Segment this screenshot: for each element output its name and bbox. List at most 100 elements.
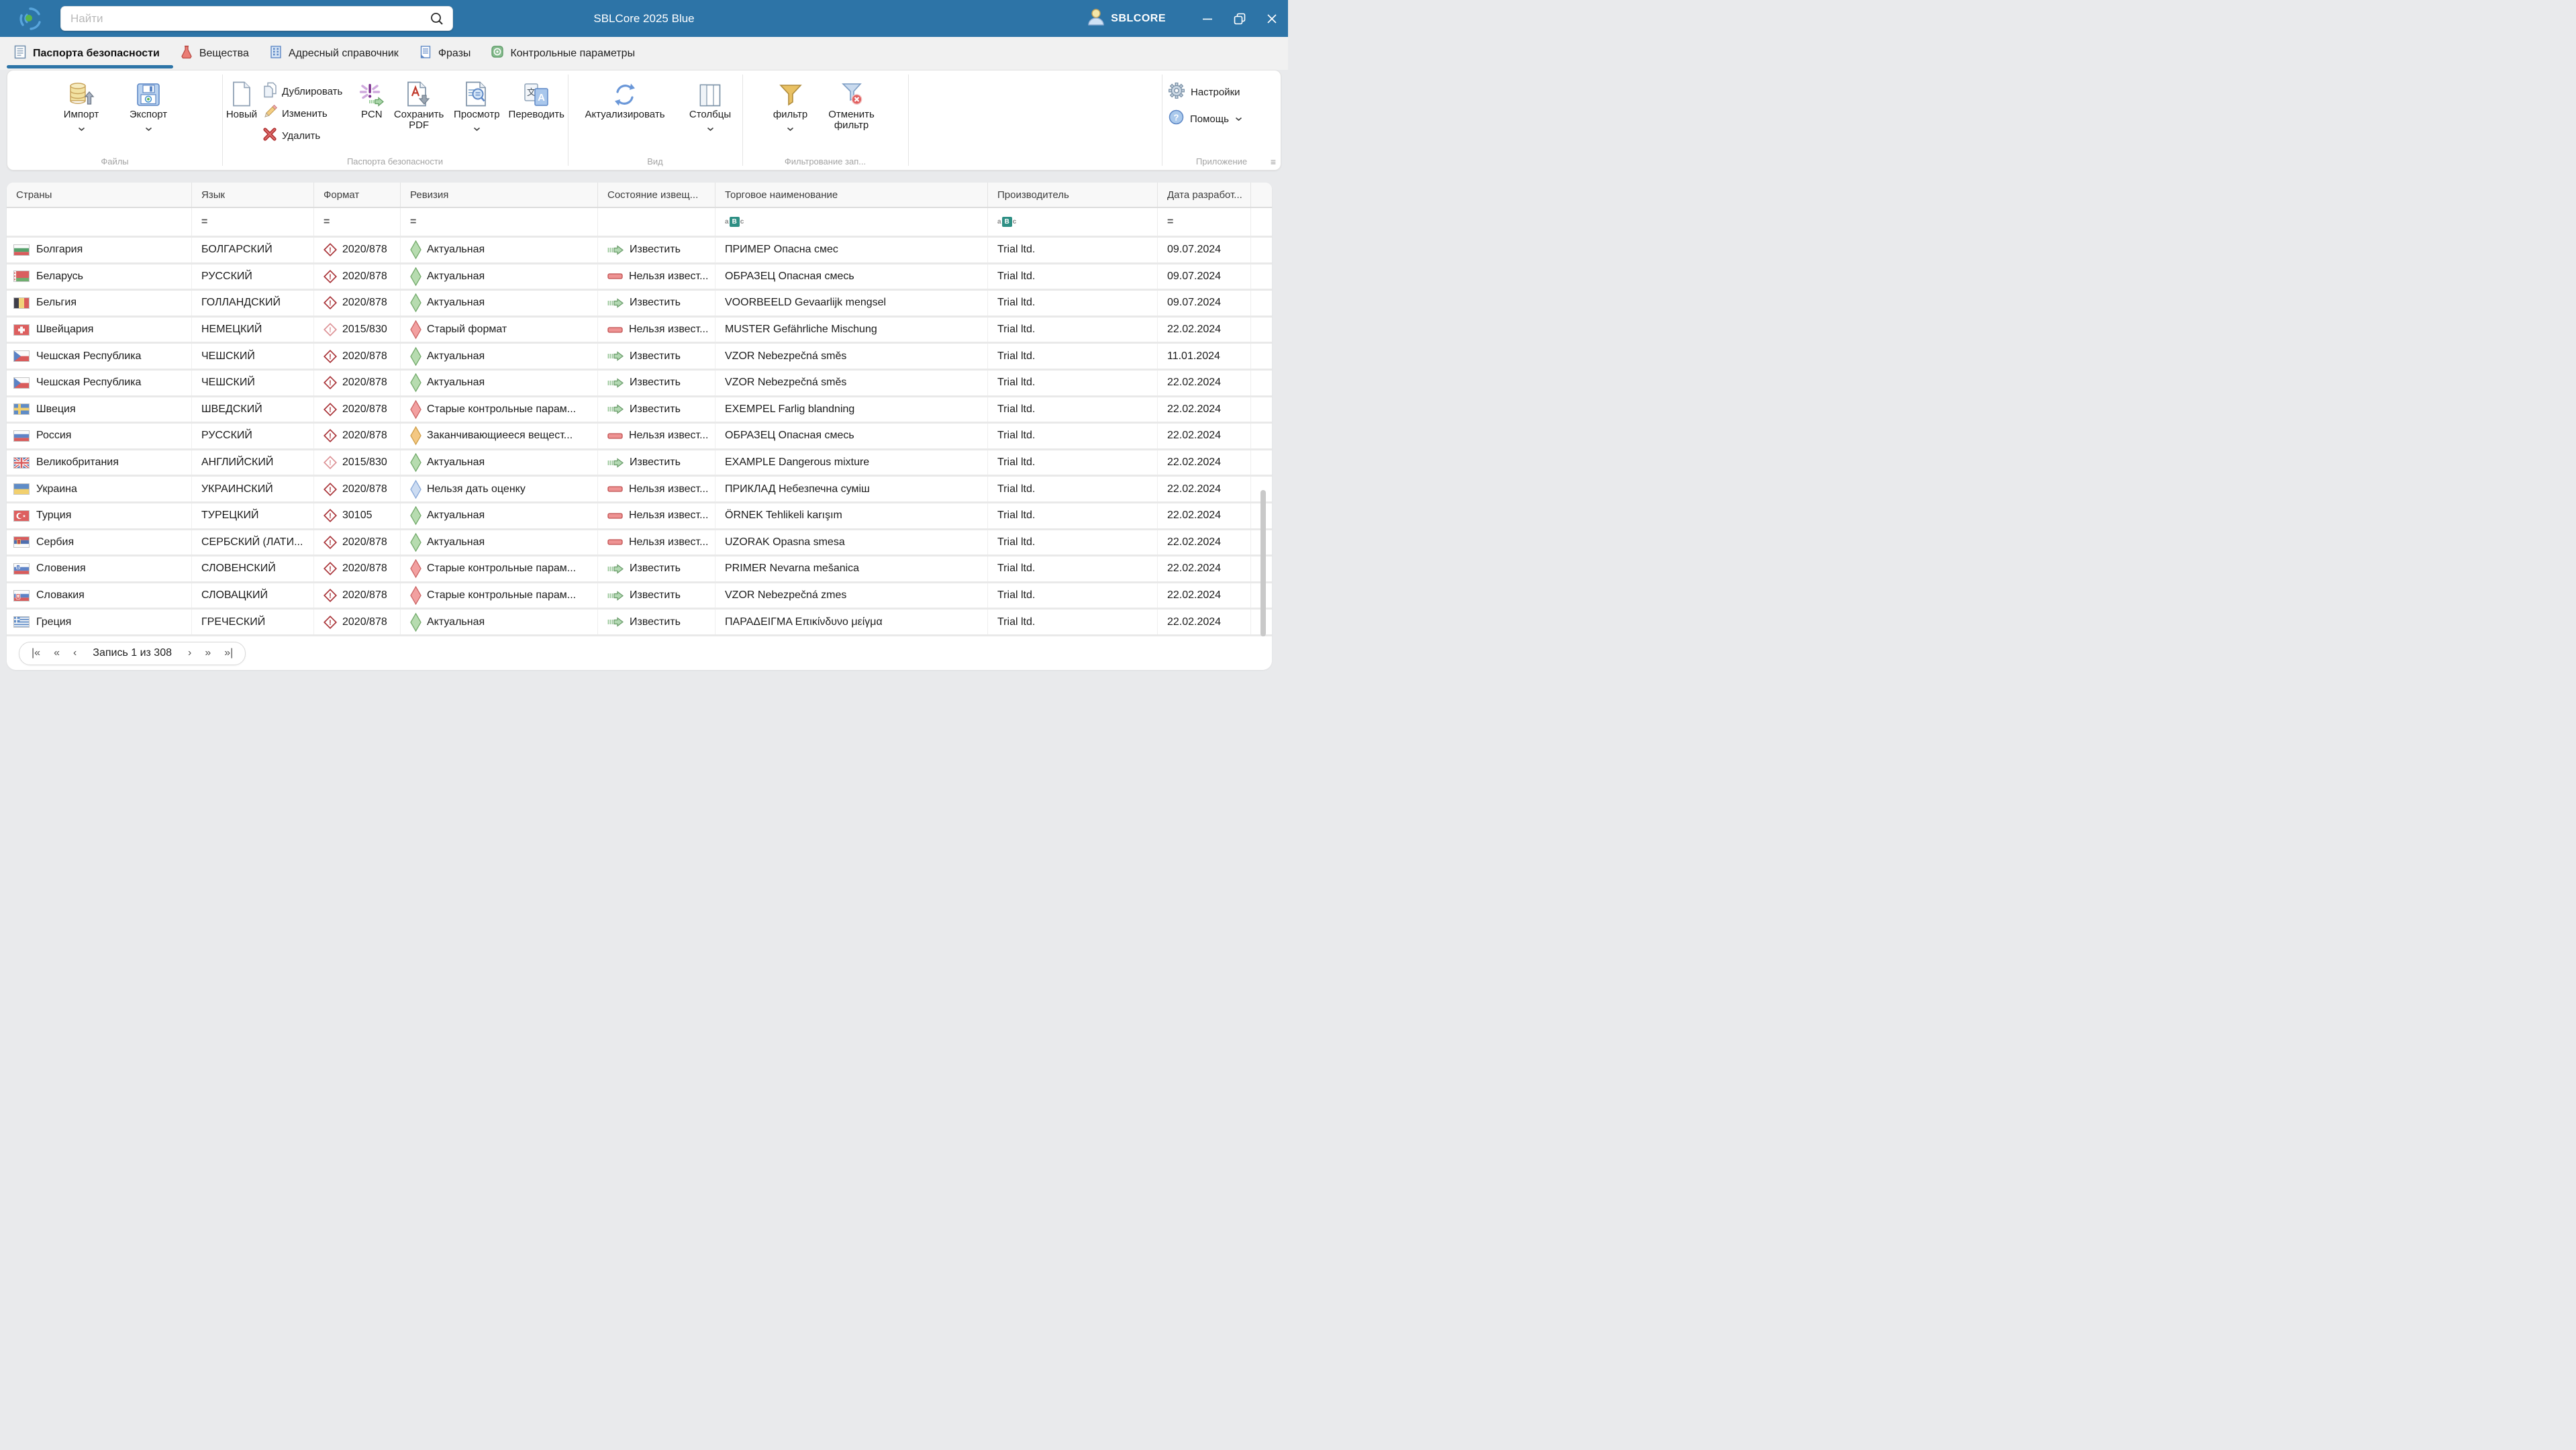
duplicate-button[interactable]: Дублировать [262, 82, 354, 100]
country-cell: Словакия [7, 583, 192, 608]
table-row[interactable]: Чешская Республика ЧЕШСКИЙ! 2020/878 Актуал… [7, 344, 1272, 371]
column-header-revision[interactable]: Ревизия [401, 183, 598, 207]
filter-funnel-icon [779, 77, 803, 107]
new-button[interactable]: Новый [222, 76, 261, 144]
column-header-manufacturer[interactable]: Производитель [988, 183, 1158, 207]
column-header-country[interactable]: Страны [7, 183, 192, 207]
filter-manufacturer[interactable]: aBc [988, 208, 1158, 236]
table-row[interactable]: Турция ТУРЕЦКИЙ! 30105 Актуальная Нельзя изв… [7, 503, 1272, 530]
restore-button[interactable] [1224, 0, 1256, 37]
tab-address-book[interactable]: Адресный справочник [269, 37, 399, 70]
tab-control-parameters[interactable]: Контрольные параметры [491, 37, 635, 70]
notify-arrow-icon [607, 351, 624, 361]
manufacturer-cell: Trial ltd. [988, 450, 1158, 475]
filter-button[interactable]: фильтр [767, 76, 814, 132]
table-row[interactable]: Швеция ШВЕДСКИЙ! 2020/878 Старые контрольны… [7, 397, 1272, 424]
date-cell: 22.02.2024 [1158, 610, 1251, 634]
notify-blocked-icon [607, 433, 623, 439]
fast-prev-button[interactable]: « [54, 647, 60, 659]
vertical-scrollbar-thumb[interactable] [1260, 490, 1266, 636]
table-row[interactable]: Бельгия ГОЛЛАНДСКИЙ! 2020/878 Актуальная Изв… [7, 291, 1272, 318]
pcn-icon [359, 77, 385, 107]
column-header-format[interactable]: Формат [314, 183, 401, 207]
notification-cell: Нельзя извест... [598, 264, 715, 289]
tab-phrases[interactable]: Фразы [419, 37, 470, 70]
table-row[interactable]: Россия РУССКИЙ! 2020/878 Заканчивающиееся в… [7, 424, 1272, 450]
refresh-button[interactable]: Актуализировать [572, 76, 678, 128]
column-header-date[interactable]: Дата разработ... [1158, 183, 1251, 207]
notify-arrow-icon [607, 378, 624, 388]
last-page-button[interactable]: »| [224, 647, 233, 659]
filter-revision[interactable]: = [401, 208, 598, 236]
pencil-icon [262, 104, 278, 123]
ribbon-group-files: Импорт Экспорт Файлы [7, 70, 222, 170]
notification-cell: Нельзя извест... [598, 477, 715, 501]
filter-trade-name[interactable]: aBc [715, 208, 988, 236]
minimize-button[interactable] [1191, 0, 1224, 37]
table-row[interactable]: Словакия СЛОВАЦКИЙ! 2020/878 Старые контрол… [7, 583, 1272, 610]
language-cell: СЛОВАЦКИЙ [192, 583, 314, 608]
next-button[interactable]: › [188, 647, 191, 659]
export-button[interactable]: Экспорт [119, 76, 177, 132]
translate-button[interactable]: 文 A Переводить [505, 76, 568, 144]
notification-cell: Известить [598, 370, 715, 395]
table-row[interactable]: Болгария БОЛГАРСКИЙ! 2020/878 Актуальная Изв… [7, 238, 1272, 264]
table-row[interactable]: Греция ГРЕЧЕСКИЙ! 2020/878 Актуальная Извест… [7, 610, 1272, 636]
table-row[interactable]: Словения СЛОВЕНСКИЙ! 2020/878 Старые контро… [7, 557, 1272, 583]
table-row[interactable]: Чешская Республика ЧЕШСКИЙ! 2020/878 Актуал… [7, 370, 1272, 397]
column-header-notification[interactable]: Состояние извещ... [598, 183, 715, 207]
country-cell: Великобритания [7, 450, 192, 475]
country-cell: Бельгия [7, 291, 192, 316]
search-input[interactable] [61, 11, 430, 26]
svg-text:!: ! [329, 353, 332, 361]
cancel-filter-button[interactable]: Отменить фильтр [820, 76, 884, 131]
spacer-cell [1251, 291, 1272, 316]
spacer-cell [1251, 371, 1272, 395]
language-cell: УКРАИНСКИЙ [192, 477, 314, 501]
filter-notification[interactable] [598, 208, 715, 236]
save-pdf-button[interactable]: Сохранить PDF [389, 76, 448, 144]
user-account-button[interactable]: SBLCORE [1087, 8, 1166, 29]
table-row[interactable]: Сербия СЕРБСКИЙ (ЛАТИ...! 2020/878 Актуальн… [7, 530, 1272, 557]
delete-button[interactable]: Удалить [262, 127, 354, 144]
column-header-trade-name[interactable]: Торговое наименование [715, 183, 988, 207]
search-icon[interactable] [430, 11, 444, 26]
new-document-icon [232, 77, 252, 107]
notification-cell: Известить [598, 557, 715, 581]
fast-next-button[interactable]: » [205, 647, 211, 659]
table-row[interactable]: Швейцария НЕМЕЦКИЙ! 2015/830 Старый формат Н… [7, 317, 1272, 344]
filter-format[interactable]: = [314, 208, 401, 236]
notification-cell: Известить [598, 291, 715, 316]
help-button[interactable]: ? Помощь [1162, 105, 1281, 132]
filter-language[interactable]: = [192, 208, 314, 236]
date-cell: 22.02.2024 [1158, 530, 1251, 555]
group-menu-icon[interactable]: ≡ [1271, 156, 1276, 167]
filter-country[interactable] [7, 208, 192, 236]
table-row[interactable]: Беларусь РУССКИЙ! 2020/878 Актуальная Нельзя… [7, 264, 1272, 291]
format-cell: ! 2020/878 [314, 264, 401, 289]
date-cell: 09.07.2024 [1158, 291, 1251, 316]
table-row[interactable]: Украина УКРАИНСКИЙ! 2020/878 Нельзя дать оц… [7, 477, 1272, 503]
translate-icon: 文 A [524, 77, 549, 107]
filter-date[interactable]: = [1158, 208, 1251, 236]
manufacturer-cell: Trial ltd. [988, 557, 1158, 581]
settings-button[interactable]: Настройки [1162, 79, 1281, 105]
import-button[interactable]: Импорт [52, 76, 110, 132]
notification-cell: Нельзя извест... [598, 424, 715, 448]
preview-button[interactable]: Просмотр [450, 76, 503, 144]
revision-status-icon [410, 506, 422, 526]
prev-button[interactable]: ‹ [73, 647, 77, 659]
format-cell: ! 2020/878 [314, 424, 401, 448]
close-button[interactable] [1256, 0, 1288, 37]
language-cell: ЧЕШСКИЙ [192, 344, 314, 369]
edit-button[interactable]: Изменить [262, 104, 354, 123]
tab-substances[interactable]: Вещества [180, 37, 249, 70]
first-page-button[interactable]: |« [32, 647, 40, 659]
column-header-language[interactable]: Язык [192, 183, 314, 207]
country-cell: Турция [7, 503, 192, 528]
pcn-button[interactable]: PCN [355, 76, 388, 144]
date-cell: 22.02.2024 [1158, 397, 1251, 422]
table-row[interactable]: Великобритания АНГЛИЙСКИЙ! 2015/830 Актуаль… [7, 450, 1272, 477]
manufacturer-cell: Trial ltd. [988, 344, 1158, 369]
columns-button[interactable]: Столбцы [682, 76, 738, 132]
